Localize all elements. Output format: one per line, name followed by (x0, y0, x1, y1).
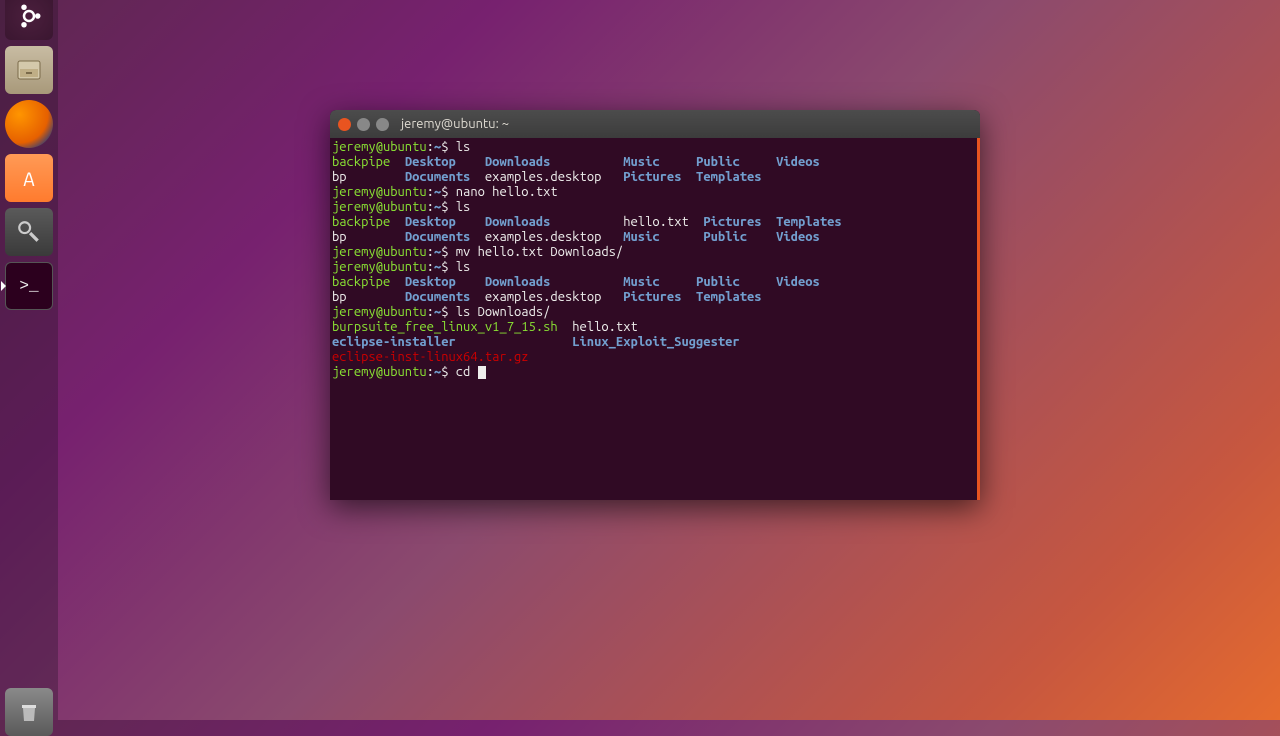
prompt-line: jeremy@ubuntu:~$ nano hello.txt (332, 185, 978, 200)
prompt-line: jeremy@ubuntu:~$ cd (332, 365, 978, 380)
terminal-icon[interactable]: >_ (5, 262, 53, 310)
ubuntu-logo-icon (14, 1, 44, 31)
settings-icon[interactable] (5, 208, 53, 256)
drawer-icon (16, 59, 42, 81)
prompt-line: jeremy@ubuntu:~$ ls Downloads/ (332, 305, 978, 320)
shopping-bag-icon: A (23, 167, 34, 190)
minimize-button[interactable] (357, 118, 370, 131)
gear-wrench-icon (16, 219, 42, 245)
prompt-line: jeremy@ubuntu:~$ ls (332, 140, 978, 155)
firefox-icon[interactable] (5, 100, 53, 148)
ls-output-row: eclipse-inst-linux64.tar.gz (332, 350, 978, 365)
ls-output-row: burpsuite_free_linux_v1_7_15.sh hello.tx… (332, 320, 978, 335)
ls-output-row: backpipe Desktop Downloads Music Public … (332, 275, 978, 290)
prompt-line: jeremy@ubuntu:~$ ls (332, 260, 978, 275)
prompt-line: jeremy@ubuntu:~$ mv hello.txt Downloads/ (332, 245, 978, 260)
terminal-window: jeremy@ubuntu: ~ jeremy@ubuntu:~$ lsback… (330, 110, 980, 500)
ls-output-row: bp Documents examples.desktop Music Publ… (332, 230, 978, 245)
prompt-line: jeremy@ubuntu:~$ ls (332, 200, 978, 215)
software-center-icon[interactable]: A (5, 154, 53, 202)
scrollbar[interactable] (977, 138, 980, 500)
window-title: jeremy@ubuntu: ~ (401, 117, 509, 131)
window-titlebar[interactable]: jeremy@ubuntu: ~ (330, 110, 980, 138)
trash-icon[interactable] (5, 688, 53, 736)
terminal-output[interactable]: jeremy@ubuntu:~$ lsbackpipe Desktop Down… (330, 138, 980, 382)
bin-icon (17, 700, 41, 724)
terminal-glyph-icon: >_ (19, 277, 38, 295)
ls-output-row: bp Documents examples.desktop Pictures T… (332, 170, 978, 185)
ls-output-row: backpipe Desktop Downloads hello.txt Pic… (332, 215, 978, 230)
files-icon[interactable] (5, 46, 53, 94)
maximize-button[interactable] (376, 118, 389, 131)
unity-launcher: A >_ (0, 0, 58, 720)
close-button[interactable] (338, 118, 351, 131)
ls-output-row: backpipe Desktop Downloads Music Public … (332, 155, 978, 170)
ls-output-row: bp Documents examples.desktop Pictures T… (332, 290, 978, 305)
dash-icon[interactable] (5, 0, 53, 40)
cursor (478, 366, 486, 379)
ls-output-row: eclipse-installer Linux_Exploit_Suggeste… (332, 335, 978, 350)
